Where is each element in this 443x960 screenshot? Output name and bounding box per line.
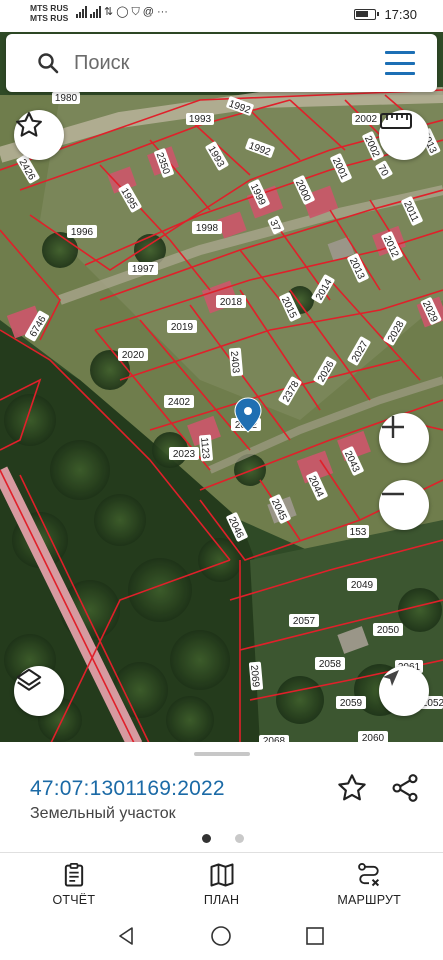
svg-text:2058: 2058 xyxy=(319,659,342,670)
svg-text:2059: 2059 xyxy=(340,698,363,709)
sync-icon: ◯ xyxy=(116,6,129,18)
parcel-label[interactable]: 1993 xyxy=(186,113,214,125)
nav-report-label: ОТЧЁТ xyxy=(52,893,96,907)
battery-icon xyxy=(354,9,380,20)
nav-route-label: МАРШРУТ xyxy=(337,893,401,907)
status-bar: MTS RUS MTS RUS ⇅ ◯ ⛉ @ ··· 17:30 xyxy=(0,0,443,32)
svg-text:2403: 2403 xyxy=(228,351,241,375)
nav-report[interactable]: ОТЧЁТ xyxy=(0,853,148,914)
parcel-label[interactable]: 2403 xyxy=(228,347,244,377)
zoom-in-button[interactable] xyxy=(379,413,429,463)
cadastral-number[interactable]: 47:07:1301169:2022 xyxy=(30,777,225,801)
back-icon[interactable] xyxy=(114,924,138,948)
carrier-names: MTS RUS MTS RUS xyxy=(30,3,68,23)
system-navigation-bar xyxy=(0,914,443,960)
parcel-label[interactable]: 1996 xyxy=(67,225,97,238)
svg-text:1993: 1993 xyxy=(189,114,212,125)
status-right: 17:30 xyxy=(354,7,417,22)
more-dots-icon: ··· xyxy=(156,6,168,18)
search-icon xyxy=(38,53,59,74)
svg-text:2019: 2019 xyxy=(171,322,194,333)
parcel-label[interactable]: 1997 xyxy=(128,262,158,275)
carrier-2: MTS RUS xyxy=(30,13,69,23)
clock: 17:30 xyxy=(384,7,417,22)
my-location-button[interactable] xyxy=(379,666,429,716)
hamburger-menu-icon[interactable] xyxy=(385,51,415,75)
parcel-label[interactable]: 153 xyxy=(347,525,369,538)
svg-text:2018: 2018 xyxy=(220,297,243,308)
parcel-label[interactable]: 2059 xyxy=(336,696,366,709)
share-icon[interactable] xyxy=(389,772,421,804)
carrier-1: MTS RUS xyxy=(30,3,69,13)
minus-icon xyxy=(382,492,404,496)
page-dot xyxy=(235,834,244,843)
at-icon: @ xyxy=(142,6,154,18)
nav-route[interactable]: МАРШРУТ xyxy=(295,853,443,914)
parcel-label[interactable]: 2057 xyxy=(289,614,319,627)
star-outline-icon xyxy=(16,112,42,137)
search-input[interactable] xyxy=(74,48,364,78)
svg-text:1980: 1980 xyxy=(55,93,78,104)
layers-icon xyxy=(16,668,42,691)
map-plan-icon xyxy=(210,863,233,887)
bottom-navigation: ОТЧЁТ ПЛАН МАРШРУТ xyxy=(0,852,443,914)
svg-text:2057: 2057 xyxy=(293,616,316,627)
home-icon[interactable] xyxy=(209,924,233,948)
nav-plan[interactable]: ПЛАН xyxy=(148,853,296,914)
parcel-label[interactable]: 1980 xyxy=(52,92,80,104)
layers-button[interactable] xyxy=(14,666,64,716)
svg-text:153: 153 xyxy=(350,527,367,538)
svg-text:1997: 1997 xyxy=(132,264,155,275)
signal-icon xyxy=(90,6,101,18)
parcel-label[interactable]: 2020 xyxy=(118,348,148,361)
parcel-label[interactable]: 2069 xyxy=(248,661,264,691)
parcel-label[interactable]: 1123 xyxy=(198,434,213,462)
parcel-label[interactable]: 1998 xyxy=(192,221,222,234)
plus-icon xyxy=(382,416,404,438)
parcel-info-sheet[interactable]: 47:07:1301169:2022 Земельный участок xyxy=(0,742,443,854)
svg-text:2402: 2402 xyxy=(168,397,191,408)
parcel-label[interactable]: 2050 xyxy=(373,623,403,636)
navigation-arrow-icon xyxy=(383,670,399,686)
signal-icon xyxy=(76,6,87,18)
svg-text:1123: 1123 xyxy=(198,437,211,460)
data-icon: ⇅ xyxy=(104,6,114,18)
vpn-shield-icon: ⛉ xyxy=(131,6,140,18)
recents-icon[interactable] xyxy=(303,924,327,948)
parcel-label[interactable]: 2002 xyxy=(352,113,380,125)
page-dot-active xyxy=(202,834,211,843)
sheet-drag-handle[interactable] xyxy=(194,752,250,756)
ruler-button[interactable] xyxy=(379,110,429,160)
zoom-out-button[interactable] xyxy=(379,480,429,530)
favorite-star-button[interactable] xyxy=(14,110,64,160)
star-outline-icon[interactable] xyxy=(336,772,368,804)
svg-text:2050: 2050 xyxy=(377,625,400,636)
svg-text:2002: 2002 xyxy=(355,114,378,125)
svg-text:2069: 2069 xyxy=(248,665,261,689)
ruler-icon xyxy=(380,113,412,129)
parcel-label[interactable]: 2049 xyxy=(347,578,377,591)
parcel-label[interactable]: 2402 xyxy=(164,395,194,408)
parcel-type: Земельный участок xyxy=(30,805,176,822)
nav-plan-label: ПЛАН xyxy=(203,893,240,907)
report-clipboard-icon xyxy=(64,863,83,887)
svg-text:1996: 1996 xyxy=(71,227,94,238)
map-view[interactable]: 1980 1992 1993 2002 70 1995 2350 1993 19… xyxy=(0,0,443,745)
svg-text:2020: 2020 xyxy=(122,350,145,361)
route-icon xyxy=(358,862,380,887)
satellite-map[interactable]: 1980 1992 1993 2002 70 1995 2350 1993 19… xyxy=(0,0,443,745)
parcel-label[interactable]: 2018 xyxy=(216,295,246,308)
svg-text:2049: 2049 xyxy=(351,580,374,591)
svg-text:1998: 1998 xyxy=(196,223,219,234)
parcel-label[interactable]: 2019 xyxy=(167,320,197,333)
svg-text:2023: 2023 xyxy=(173,449,196,460)
status-icons: ⇅ ◯ ⛉ @ ··· xyxy=(76,6,168,18)
page-indicator xyxy=(202,834,244,843)
search-bar[interactable] xyxy=(6,34,437,92)
parcel-label[interactable]: 2058 xyxy=(315,657,345,670)
parcel-label[interactable]: 2023 xyxy=(169,447,199,460)
